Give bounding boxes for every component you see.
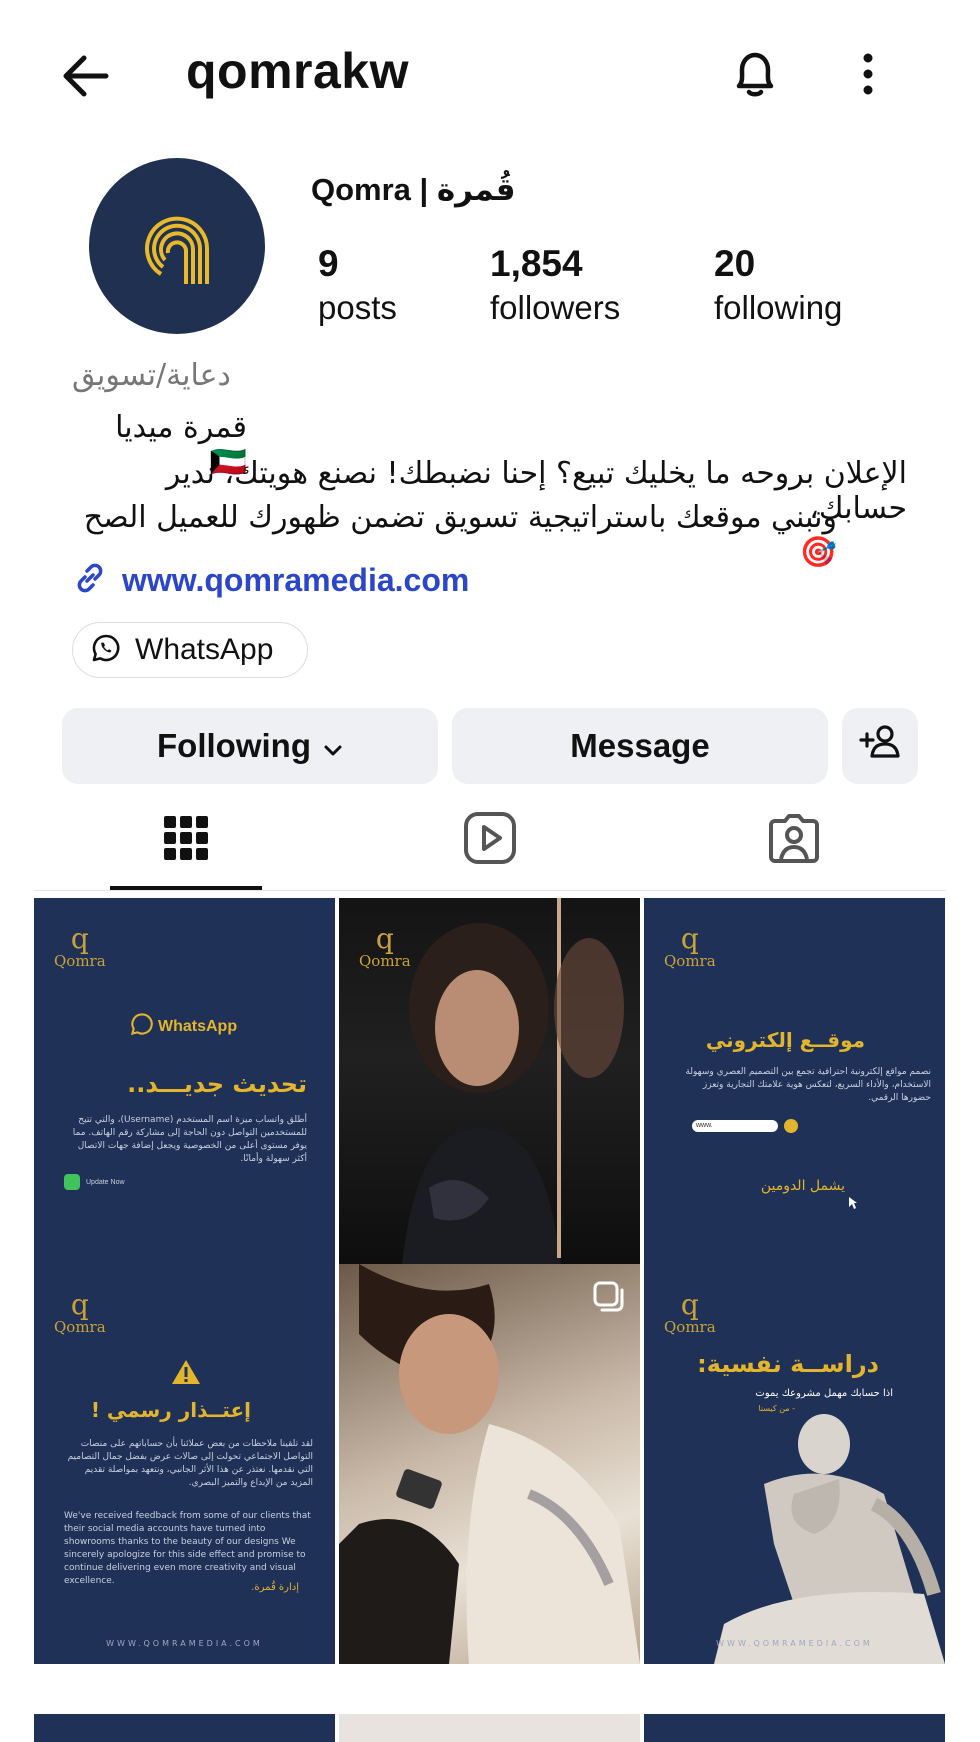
- post-body: نصمم مواقع إلكترونية احترافية تجمع بين ا…: [685, 1067, 931, 1103]
- add-user-button[interactable]: [842, 708, 918, 784]
- divider: [34, 890, 946, 891]
- following-button[interactable]: Following: [62, 708, 438, 784]
- posts-label: posts: [318, 289, 397, 326]
- profile-tabs: [0, 790, 980, 890]
- qomra-logo: qQomra: [54, 922, 106, 971]
- qomra-logo: qQomra: [664, 922, 716, 971]
- followers-label: followers: [490, 289, 621, 326]
- more-options-icon[interactable]: [848, 44, 888, 104]
- following-count: 20: [714, 243, 756, 284]
- whatsapp-icon: [91, 633, 121, 668]
- tab-tagged[interactable]: [718, 790, 870, 890]
- next-row-peek: [34, 1714, 946, 1742]
- whatsapp-icon: [130, 1012, 154, 1041]
- posts-stat[interactable]: 9 posts: [318, 242, 397, 330]
- post-title: إعتــذار رسمي !: [90, 1398, 251, 1422]
- post-tile[interactable]: qQomra WWW.QOMRAMEDIA.COM: [339, 898, 640, 1298]
- message-label: Message: [570, 727, 710, 764]
- multi-photo-icon: [592, 1280, 626, 1319]
- profile-username: qomrakw: [186, 43, 410, 99]
- cursor-icon: [848, 1196, 858, 1215]
- statue-image: [714, 1414, 945, 1664]
- back-arrow-icon[interactable]: [58, 46, 118, 106]
- post-footer: WWW.QOMRAMEDIA.COM: [716, 1639, 873, 1648]
- post-tile[interactable]: q Qomra موقــع إلكتروني نصمم مواقع إلكترو…: [644, 898, 945, 1298]
- followers-count: 1,854: [490, 243, 583, 284]
- post-title: موقــع إلكتروني: [705, 1028, 865, 1052]
- add-user-icon: [858, 722, 902, 770]
- top-bar: qomrakw: [0, 0, 980, 150]
- post-signature: إدارة قُمرة.: [251, 1582, 299, 1593]
- url-field-mock: www.: [692, 1120, 778, 1132]
- website-link[interactable]: www.qomramedia.com: [72, 560, 469, 601]
- followers-stat[interactable]: 1,854 followers: [490, 242, 620, 330]
- posts-count: 9: [318, 243, 339, 284]
- post-tile[interactable]: q Qomra WhatsApp تحديث جديـــد.. أطلق وات…: [34, 898, 335, 1298]
- post-subtitle: يشمل الدومين: [760, 1178, 845, 1194]
- profile-category: دعاية/تسويق: [72, 358, 231, 393]
- makeup-artist-photo: [339, 1264, 640, 1664]
- following-label: Following: [157, 727, 311, 764]
- post-tile-peek[interactable]: [644, 1714, 945, 1742]
- message-button[interactable]: Message: [452, 708, 828, 784]
- post-tile-peek[interactable]: [34, 1714, 335, 1742]
- post-tile[interactable]: qQomra: [339, 1264, 640, 1664]
- post-tile-peek[interactable]: [339, 1714, 640, 1742]
- grid-icon: [163, 815, 209, 866]
- tab-posts-grid[interactable]: [110, 790, 262, 890]
- portrait-photo: [399, 898, 624, 1298]
- qomra-logo: qQomra: [54, 1288, 106, 1337]
- bell-icon[interactable]: [725, 44, 785, 104]
- whatsapp-app-icon: [64, 1174, 80, 1190]
- tagged-person-icon: [767, 811, 821, 870]
- tab-reels[interactable]: [414, 790, 566, 890]
- whatsapp-brand: WhatsApp: [130, 1012, 237, 1041]
- whatsapp-button[interactable]: WhatsApp: [72, 622, 308, 678]
- post-body-english: We've received feedback from some of our…: [64, 1511, 311, 1586]
- search-go-icon: [784, 1119, 798, 1133]
- display-name: Qomra | قُمرة: [311, 172, 516, 207]
- whatsapp-label: WhatsApp: [135, 633, 274, 666]
- website-url: www.qomramedia.com: [122, 562, 470, 598]
- post-title: تحديث جديـــد..: [127, 1070, 307, 1098]
- post-body-arabic: لقد تلقينا ملاحظات من بعض عملائنا بأن حس…: [67, 1439, 313, 1488]
- post-body: أطلق واتساب ميزة اسم المستخدم (Username)…: [72, 1115, 307, 1164]
- chevron-down-icon: [323, 728, 343, 766]
- reels-play-icon: [463, 811, 517, 870]
- link-icon: [72, 560, 108, 601]
- avatar[interactable]: [89, 158, 265, 334]
- following-label: following: [714, 289, 843, 326]
- post-tile[interactable]: q Qomra إعتــذار رسمي ! لقد تلقينا ملاحظا…: [34, 1264, 335, 1664]
- following-stat[interactable]: 20 following: [714, 242, 842, 330]
- post-tile[interactable]: q Qomra دراســة نفسية: اذا حسابك مهمل مشر…: [644, 1264, 945, 1664]
- post-footer: WWW.QOMRAMEDIA.COM: [106, 1639, 263, 1648]
- update-now-badge: Update Now: [64, 1174, 125, 1190]
- warning-icon: [170, 1358, 202, 1391]
